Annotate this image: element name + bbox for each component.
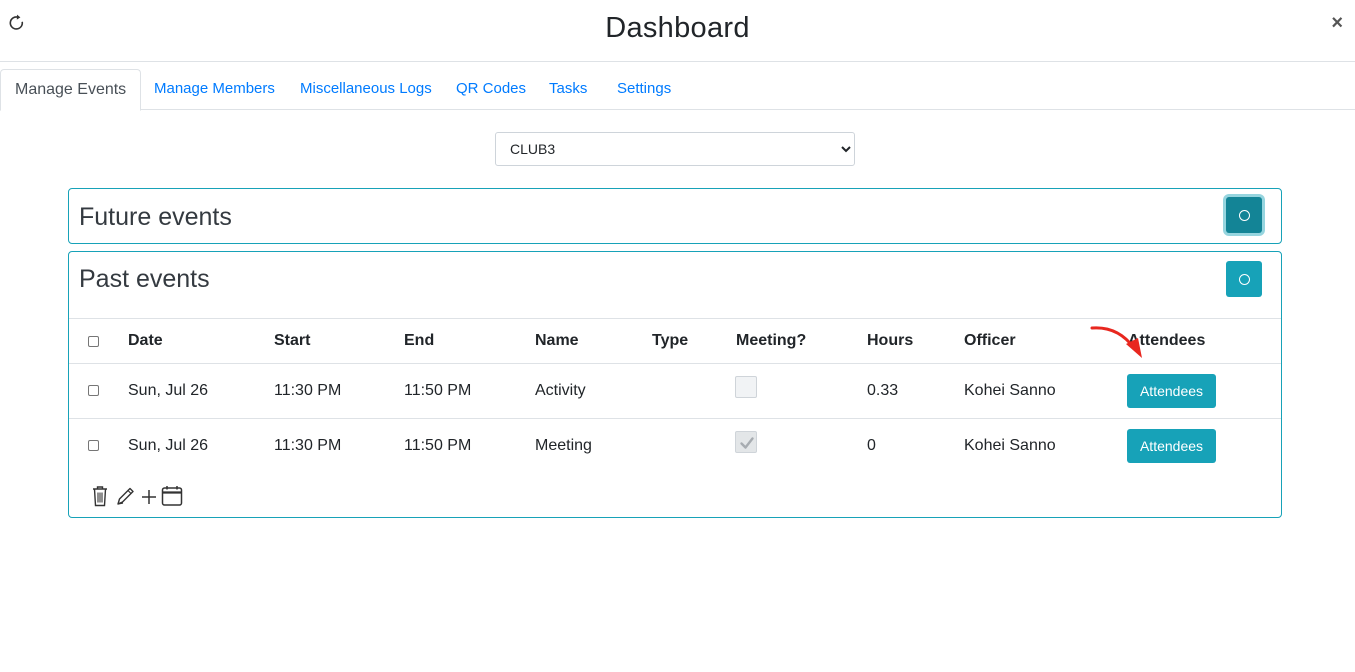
circle-icon <box>1238 209 1250 221</box>
cell-hours: 0 <box>867 437 876 454</box>
future-events-toggle-button[interactable] <box>1226 197 1262 233</box>
cell-hours: 0.33 <box>867 382 899 399</box>
annotation-arrow-icon <box>1090 326 1142 358</box>
tab-qr-codes[interactable]: QR Codes <box>456 69 526 110</box>
tab-manage-events[interactable]: Manage Events <box>0 69 142 111</box>
past-events-toggle-button[interactable] <box>1226 261 1262 297</box>
table-row: Sun, Jul 26 11:30 PM 11:50 PM Activity 0… <box>69 363 1281 418</box>
row-checkbox[interactable] <box>88 440 99 451</box>
cell-name: Activity <box>535 382 586 399</box>
tab-manage-members[interactable]: Manage Members <box>154 69 275 110</box>
attendees-button[interactable]: Attendees <box>1127 429 1216 463</box>
cell-date: Sun, Jul 26 <box>128 382 209 399</box>
cell-start: 11:30 PM <box>274 382 342 399</box>
checkmark-icon <box>740 437 754 449</box>
cell-date: Sun, Jul 26 <box>128 437 209 454</box>
column-header-meeting: Meeting? <box>736 332 807 349</box>
past-events-panel: Past events Date Start End Name Type Mee… <box>68 251 1282 518</box>
past-events-title: Past events <box>79 265 210 293</box>
column-header-name: Name <box>535 332 579 349</box>
meeting-checkbox <box>735 431 757 453</box>
page-title: Dashboard <box>605 12 750 44</box>
circle-icon <box>1238 273 1250 285</box>
column-header-date: Date <box>128 332 163 349</box>
meeting-checkbox <box>735 376 757 398</box>
tab-miscellaneous-logs[interactable]: Miscellaneous Logs <box>300 69 432 110</box>
column-header-type: Type <box>652 332 689 349</box>
column-header-officer: Officer <box>964 332 1016 349</box>
attendees-button[interactable]: Attendees <box>1127 374 1216 408</box>
column-header-end: End <box>404 332 435 349</box>
column-header-hours: Hours <box>867 332 914 349</box>
cell-end: 11:50 PM <box>404 437 472 454</box>
cell-officer: Kohei Sanno <box>964 437 1056 454</box>
table-row: Sun, Jul 26 11:30 PM 11:50 PM Meeting 0 … <box>69 418 1281 473</box>
pencil-icon[interactable] <box>115 485 135 512</box>
calendar-icon[interactable] <box>161 485 183 512</box>
cell-end: 11:50 PM <box>404 382 472 399</box>
trash-icon[interactable] <box>91 485 109 512</box>
club-select[interactable]: CLUB3 <box>495 132 855 166</box>
row-checkbox[interactable] <box>88 385 99 396</box>
tab-tasks[interactable]: Tasks <box>549 69 587 110</box>
close-button[interactable]: × <box>1331 12 1343 35</box>
future-events-title: Future events <box>79 203 232 231</box>
future-events-panel: Future events <box>68 188 1282 244</box>
plus-icon[interactable] <box>141 485 157 512</box>
cell-start: 11:30 PM <box>274 437 342 454</box>
select-all-checkbox[interactable] <box>88 336 99 347</box>
column-header-start: Start <box>274 332 311 349</box>
cell-name: Meeting <box>535 437 592 454</box>
tab-bar: Manage Events Manage Members Miscellaneo… <box>0 69 1355 111</box>
header: Dashboard × <box>0 0 1355 62</box>
tab-settings[interactable]: Settings <box>617 69 671 110</box>
cell-officer: Kohei Sanno <box>964 382 1056 399</box>
